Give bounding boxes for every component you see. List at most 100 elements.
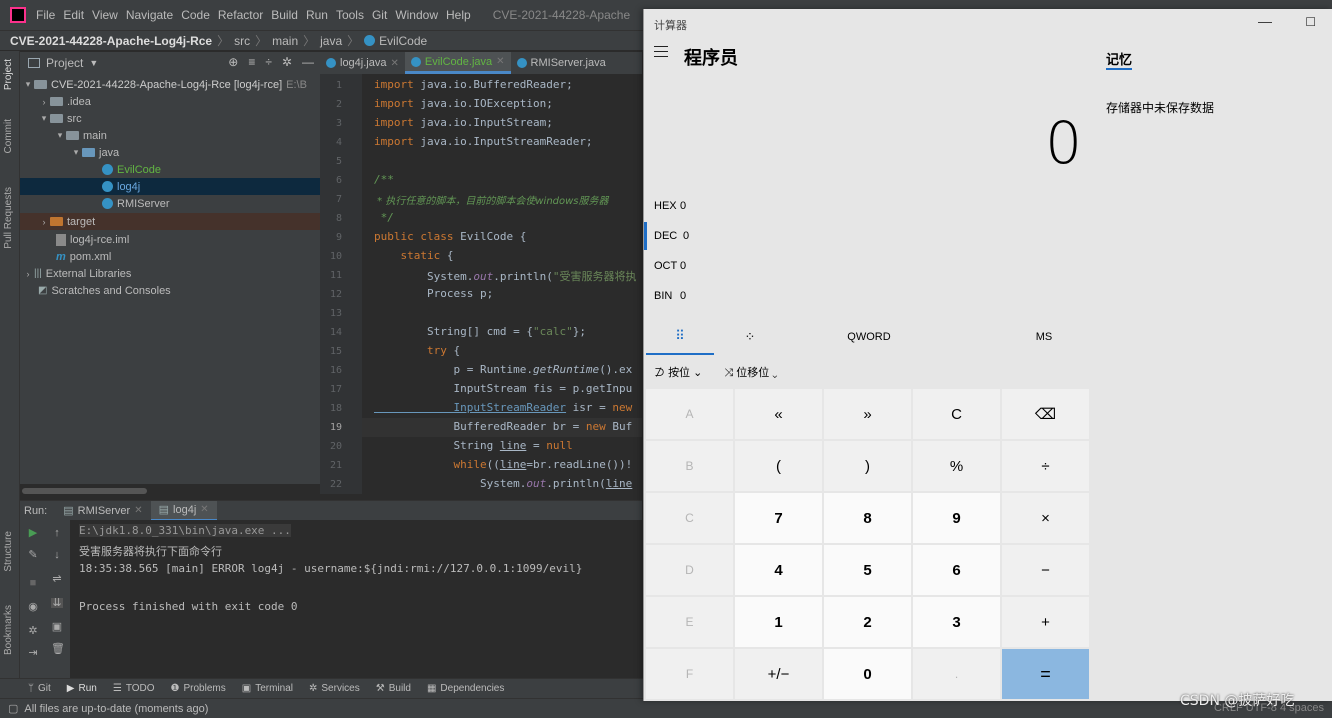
- key-1-2[interactable]: ): [824, 441, 911, 491]
- menu-tools[interactable]: Tools: [336, 8, 364, 22]
- stop-icon[interactable]: ■: [27, 578, 39, 589]
- menu-code[interactable]: Code: [181, 8, 210, 22]
- tree-item-target[interactable]: › target: [20, 213, 320, 230]
- key-4-3[interactable]: 3: [913, 597, 1000, 647]
- key-3-0[interactable]: D: [646, 545, 733, 595]
- key-4-2[interactable]: 2: [824, 597, 911, 647]
- key-5-0[interactable]: F: [646, 649, 733, 699]
- horizontal-scrollbar[interactable]: [22, 488, 147, 494]
- trash-icon[interactable]: 🗑: [51, 644, 65, 655]
- chevron-right-icon[interactable]: ›: [38, 217, 50, 227]
- run-console[interactable]: E:\jdk1.8.0_331\bin\java.exe ... 受害服务器将执…: [70, 520, 642, 678]
- menu-git[interactable]: Git: [372, 8, 387, 22]
- collapse-all-icon[interactable]: ÷: [265, 55, 272, 69]
- key-5-1[interactable]: +/−: [735, 649, 822, 699]
- run-tab-rmiserver[interactable]: ▤ RMIServer ✕: [55, 501, 150, 521]
- scroll-to-end-icon[interactable]: ⇊: [51, 598, 63, 609]
- chevron-down-icon[interactable]: ▾: [70, 147, 82, 158]
- pull-requests-tool-tab[interactable]: Pull Requests: [3, 187, 14, 249]
- project-panel-title[interactable]: Project: [46, 56, 83, 70]
- locate-icon[interactable]: ⊕: [228, 55, 238, 69]
- tree-item-rmiserver[interactable]: RMIServer: [20, 195, 320, 212]
- key-5-2[interactable]: 0: [824, 649, 911, 699]
- commit-tool-tab[interactable]: Commit: [3, 119, 14, 153]
- key-3-3[interactable]: 6: [913, 545, 1000, 595]
- tool-tab-problems[interactable]: ❶ Problems: [171, 683, 226, 694]
- menu-file[interactable]: File: [36, 8, 55, 22]
- menu-view[interactable]: View: [92, 8, 118, 22]
- print-icon[interactable]: ▣: [51, 622, 63, 633]
- breadcrumb-project[interactable]: CVE-2021-44228-Apache-Log4j-Rce: [10, 34, 212, 48]
- bit-toggle-keypad-icon[interactable]: ⁘: [716, 319, 784, 355]
- rerun-icon[interactable]: ▶: [27, 528, 39, 539]
- wrench-icon[interactable]: ✎: [27, 550, 39, 561]
- menu-run[interactable]: Run: [306, 8, 328, 22]
- tool-tab-run[interactable]: ▶ Run: [67, 683, 97, 694]
- radix-bin[interactable]: BIN 0: [644, 282, 1090, 310]
- expand-all-icon[interactable]: ≡: [248, 55, 255, 69]
- close-icon[interactable]: ✕: [200, 504, 208, 515]
- menu-build[interactable]: Build: [271, 8, 298, 22]
- hamburger-menu-icon[interactable]: [654, 46, 668, 61]
- run-tab-log4j[interactable]: ▤ log4j ✕: [150, 500, 217, 521]
- tool-tab-terminal[interactable]: ▣ Terminal: [242, 683, 293, 694]
- key-1-0[interactable]: B: [646, 441, 733, 491]
- maximize-icon[interactable]: ☐: [1305, 15, 1316, 29]
- key-0-2[interactable]: »: [824, 389, 911, 439]
- key-0-4[interactable]: ⌫: [1002, 389, 1089, 439]
- tree-item-java[interactable]: ▾ java: [20, 144, 320, 161]
- minimize-icon[interactable]: —: [1258, 13, 1272, 29]
- menu-help[interactable]: Help: [446, 8, 471, 22]
- key-5-3[interactable]: .: [913, 649, 1000, 699]
- key-4-1[interactable]: 1: [735, 597, 822, 647]
- camera-icon[interactable]: ◉: [27, 602, 39, 613]
- key-2-1[interactable]: 7: [735, 493, 822, 543]
- key-1-4[interactable]: ÷: [1002, 441, 1089, 491]
- tree-item-src[interactable]: ▾ src: [20, 110, 320, 127]
- tree-item-main[interactable]: ▾ main: [20, 127, 320, 144]
- minimize-icon[interactable]: —: [302, 55, 314, 69]
- menu-navigate[interactable]: Navigate: [126, 8, 173, 22]
- tree-item-evilcode[interactable]: EvilCode: [20, 161, 320, 178]
- tree-item-project-root[interactable]: ▾ CVE-2021-44228-Apache-Log4j-Rce [log4j…: [20, 76, 320, 93]
- full-keypad-icon[interactable]: ⠿: [646, 319, 714, 355]
- chevron-down-icon[interactable]: ▾: [22, 79, 34, 90]
- key-5-4[interactable]: =: [1002, 649, 1089, 699]
- chevron-right-icon[interactable]: ›: [22, 269, 34, 279]
- breadcrumb-src[interactable]: src: [234, 34, 250, 48]
- tree-item-external-libraries[interactable]: › ||| External Libraries: [20, 265, 320, 282]
- menu-edit[interactable]: Edit: [63, 8, 84, 22]
- bookmarks-tool-tab[interactable]: Bookmarks: [3, 605, 14, 655]
- key-4-0[interactable]: E: [646, 597, 733, 647]
- chevron-down-icon[interactable]: ▾: [38, 113, 50, 124]
- tool-tab-services[interactable]: ✲ Services: [309, 683, 360, 694]
- tool-tab-build[interactable]: ⚒ Build: [376, 683, 411, 694]
- radix-dec[interactable]: DEC 0: [644, 222, 1090, 250]
- code-editor[interactable]: import java.io.BufferedReader; import ja…: [362, 74, 642, 494]
- key-2-4[interactable]: ×: [1002, 493, 1089, 543]
- chevron-down-icon[interactable]: ▾: [54, 130, 66, 141]
- menu-window[interactable]: Window: [395, 8, 438, 22]
- tree-item-iml[interactable]: log4j-rce.iml: [20, 231, 320, 248]
- tool-tab-dependencies[interactable]: ▦ Dependencies: [427, 683, 504, 694]
- tool-tab-todo[interactable]: ☰ TODO: [113, 683, 155, 694]
- key-4-4[interactable]: +: [1002, 597, 1089, 647]
- close-icon[interactable]: ✕: [390, 58, 398, 69]
- tool-tab-git[interactable]: ᛘ Git: [28, 683, 51, 694]
- key-0-1[interactable]: «: [735, 389, 822, 439]
- project-tool-tab[interactable]: Project: [3, 59, 14, 90]
- radix-hex[interactable]: HEX 0: [644, 192, 1090, 220]
- key-3-1[interactable]: 4: [735, 545, 822, 595]
- tree-item-idea[interactable]: › .idea: [20, 93, 320, 110]
- key-1-1[interactable]: (: [735, 441, 822, 491]
- chevron-down-icon[interactable]: ▼: [89, 58, 98, 68]
- tree-item-pom[interactable]: m pom.xml: [20, 248, 320, 265]
- key-0-0[interactable]: A: [646, 389, 733, 439]
- soft-wrap-icon[interactable]: ⇌: [51, 574, 63, 585]
- bitwise-dropdown[interactable]: ⊅ 按位 ⌄: [654, 364, 702, 380]
- tab-log4j[interactable]: log4j.java ✕: [320, 52, 405, 74]
- word-size-button[interactable]: QWORD: [794, 319, 944, 355]
- settings-icon[interactable]: ✲: [27, 626, 39, 637]
- tab-rmiserver[interactable]: RMIServer.java: [511, 52, 612, 74]
- up-arrow-icon[interactable]: ↑: [51, 528, 63, 539]
